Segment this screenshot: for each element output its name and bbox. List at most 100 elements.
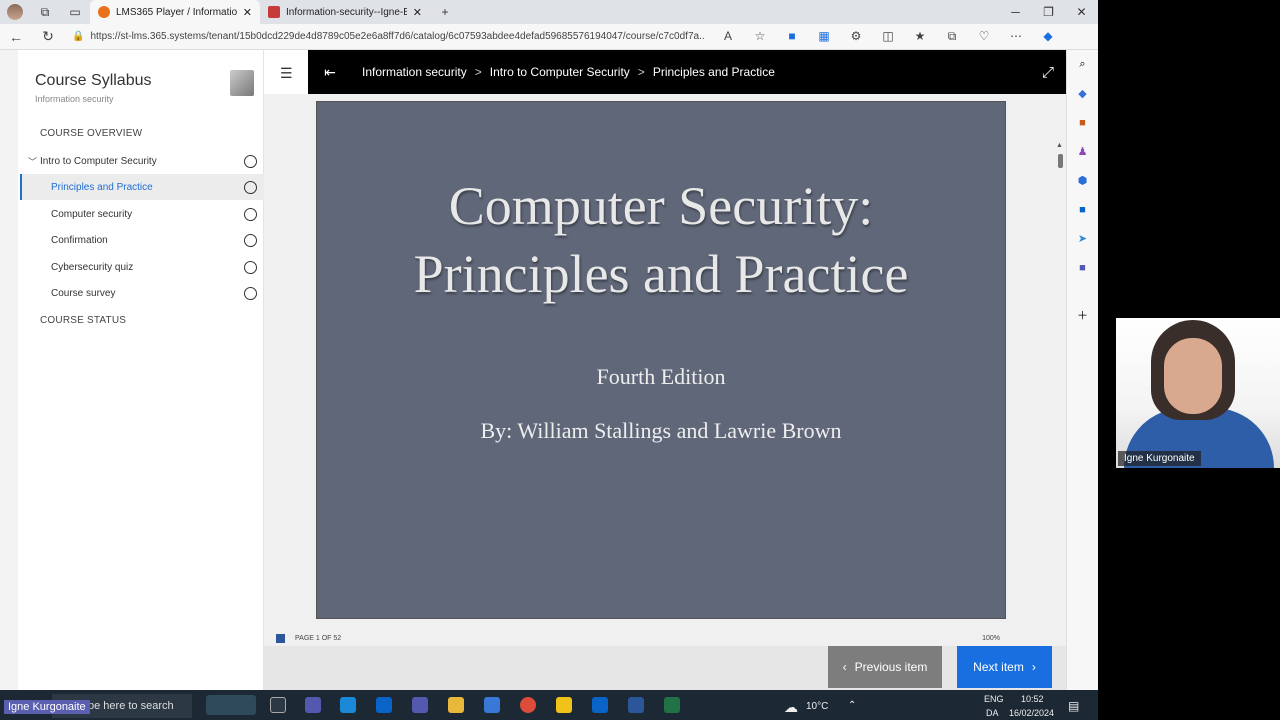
toolbox-icon[interactable]: ■	[1079, 108, 1086, 137]
progress-circle-icon	[244, 233, 257, 247]
clock-time[interactable]: 10:52	[1021, 694, 1044, 704]
fullscreen-expand-icon[interactable]: ⤢	[1042, 64, 1054, 81]
refresh-icon[interactable]: ↻	[32, 28, 64, 45]
store-icon[interactable]	[484, 697, 500, 713]
tab-lms365[interactable]: LMS365 Player / Information sec ✕	[90, 0, 260, 24]
language-da[interactable]: DA	[986, 708, 999, 718]
close-tab-icon[interactable]: ✕	[243, 6, 252, 19]
progress-circle-icon	[244, 180, 257, 194]
collections-icon[interactable]: ⧉	[936, 29, 968, 44]
temperature[interactable]: 10°C	[806, 701, 828, 712]
add-icon[interactable]: ＋	[1077, 300, 1088, 329]
syllabus-title: Course Syllabus	[35, 72, 152, 89]
word-taskbar-icon[interactable]	[628, 697, 644, 713]
task-view-icon[interactable]	[270, 697, 286, 713]
course-overview-link[interactable]: COURSE OVERVIEW	[40, 128, 142, 139]
search-icon[interactable]: ⌕	[1079, 50, 1085, 79]
webcam-overlay: Igne Kurgonaite	[1116, 318, 1280, 468]
favorite-star-icon[interactable]: ☆	[744, 29, 776, 44]
restore-icon[interactable]: ❐	[1032, 5, 1065, 19]
split-screen-icon[interactable]: ◫	[872, 29, 904, 44]
workspaces-icon[interactable]: ⧉	[30, 0, 60, 24]
course-syllabus-panel: Course Syllabus Information security COU…	[18, 50, 264, 690]
more-menu-icon[interactable]: ⋯	[1000, 29, 1032, 44]
lesson-item[interactable]: Principles and Practice	[20, 174, 264, 200]
syllabus-subtitle: Information security	[35, 94, 114, 104]
module-intro[interactable]: ﹀ Intro to Computer Security	[20, 148, 264, 174]
edge-taskbar-icon[interactable]	[340, 697, 356, 713]
lesson-item[interactable]: Cybersecurity quiz	[20, 254, 264, 280]
favorites-icon[interactable]: ★	[904, 29, 936, 44]
slide-title-line2: Principles and Practice	[413, 244, 909, 304]
weather-icon: ☁	[784, 699, 798, 715]
lesson-item[interactable]: Confirmation	[20, 227, 264, 253]
extensions-icon[interactable]: ⚙	[840, 29, 872, 44]
lesson-label: Course survey	[51, 287, 116, 299]
hamburger-menu-icon[interactable]: ☰	[280, 65, 293, 82]
zoom-level[interactable]: 100%	[982, 635, 1000, 642]
windows-app-icon[interactable]: ■	[776, 29, 808, 44]
browser-window: ⧉ ▭ LMS365 Player / Information sec ✕ In…	[0, 0, 1098, 690]
module-label: Intro to Computer Security	[40, 155, 157, 167]
drop-icon[interactable]: ➤	[1078, 224, 1087, 253]
address-bar: ← ↻ 🔒 https://st-lms.365.systems/tenant/…	[0, 24, 1098, 50]
tray-chevron-icon[interactable]: ⌃	[848, 700, 856, 711]
viewer-statusbar: PAGE 1 OF 52 100%	[264, 630, 1066, 646]
excel-taskbar-icon[interactable]	[664, 697, 680, 713]
presentation-slide: Computer Security: Principles and Practi…	[316, 101, 1006, 619]
lesson-label: Confirmation	[51, 234, 108, 246]
teams-taskbar-icon[interactable]	[305, 697, 321, 713]
scrollbar-thumb[interactable]	[1058, 154, 1063, 168]
close-window-icon[interactable]: ✕	[1065, 5, 1098, 19]
minimize-icon[interactable]: ─	[999, 5, 1032, 19]
breadcrumb-course[interactable]: Information security	[362, 65, 467, 79]
lesson-item[interactable]: Course survey	[20, 280, 264, 306]
url-field[interactable]: 🔒 https://st-lms.365.systems/tenant/15b0…	[64, 27, 704, 47]
next-item-button[interactable]: Next item ›	[957, 646, 1052, 688]
taskbar-widget-icon[interactable]	[206, 695, 256, 715]
teams-new-taskbar-icon[interactable]	[412, 697, 428, 713]
tab-pdf[interactable]: Information-security--Igne-Bæk ✕	[260, 0, 430, 24]
outlook-icon[interactable]: ■	[1079, 195, 1086, 224]
back-icon[interactable]: ←	[0, 29, 32, 45]
profile-avatar[interactable]	[0, 0, 30, 24]
copilot-icon[interactable]: ◆	[1032, 29, 1064, 44]
lock-icon: 🔒	[72, 31, 85, 42]
language-eng[interactable]: ENG	[984, 694, 1004, 704]
navigation-bar: ‹ Previous item Next item ›	[264, 646, 1066, 690]
course-status-link[interactable]: COURSE STATUS	[40, 315, 126, 326]
outlook-app-icon[interactable]	[592, 697, 608, 713]
lesson-item[interactable]: Computer security	[20, 201, 264, 227]
breadcrumb-lesson: Principles and Practice	[652, 65, 775, 79]
sticky-notes-icon[interactable]	[556, 697, 572, 713]
new-tab-button[interactable]: +	[430, 0, 460, 24]
webcam-name-label: Igne Kurgonaite	[1118, 451, 1201, 466]
progress-circle-icon	[244, 260, 257, 274]
exit-player-icon[interactable]: ⇤	[308, 64, 352, 81]
course-thumbnail	[230, 70, 254, 96]
tab-actions-icon[interactable]: ▭	[60, 0, 90, 24]
close-tab-icon[interactable]: ✕	[413, 6, 422, 19]
read-aloud-icon[interactable]: A	[712, 29, 744, 44]
lesson-label: Principles and Practice	[51, 181, 153, 193]
scroll-up-icon[interactable]: ▲	[1056, 142, 1063, 149]
chevron-down-icon[interactable]: ﹀	[28, 155, 40, 168]
next-label: Next item	[973, 660, 1024, 674]
chevron-right-icon: ›	[1031, 660, 1036, 674]
copilot-sidebar-icon[interactable]: ⬢	[1078, 166, 1088, 195]
notification-icon[interactable]: ▤	[1068, 699, 1079, 713]
word-icon	[276, 633, 285, 643]
browser-essentials-icon[interactable]: ♡	[968, 29, 1000, 44]
previous-item-button[interactable]: ‹ Previous item	[828, 646, 942, 688]
file-explorer-icon[interactable]	[448, 697, 464, 713]
breadcrumb-module[interactable]: Intro to Computer Security	[490, 65, 630, 79]
grid-extension-icon[interactable]: ▦	[808, 29, 840, 44]
chrome-icon[interactable]	[520, 697, 536, 713]
slide-title-line1: Computer Security:	[448, 176, 874, 236]
outlook-taskbar-icon[interactable]	[376, 697, 392, 713]
clock-date[interactable]: 16/02/2024	[1009, 708, 1054, 718]
shopping-tag-icon[interactable]: ◆	[1078, 79, 1086, 108]
games-icon[interactable]: ♟	[1078, 137, 1088, 166]
presenter-name-tag: Igne Kurgonaite	[4, 700, 90, 714]
teams-icon[interactable]: ■	[1079, 253, 1086, 282]
